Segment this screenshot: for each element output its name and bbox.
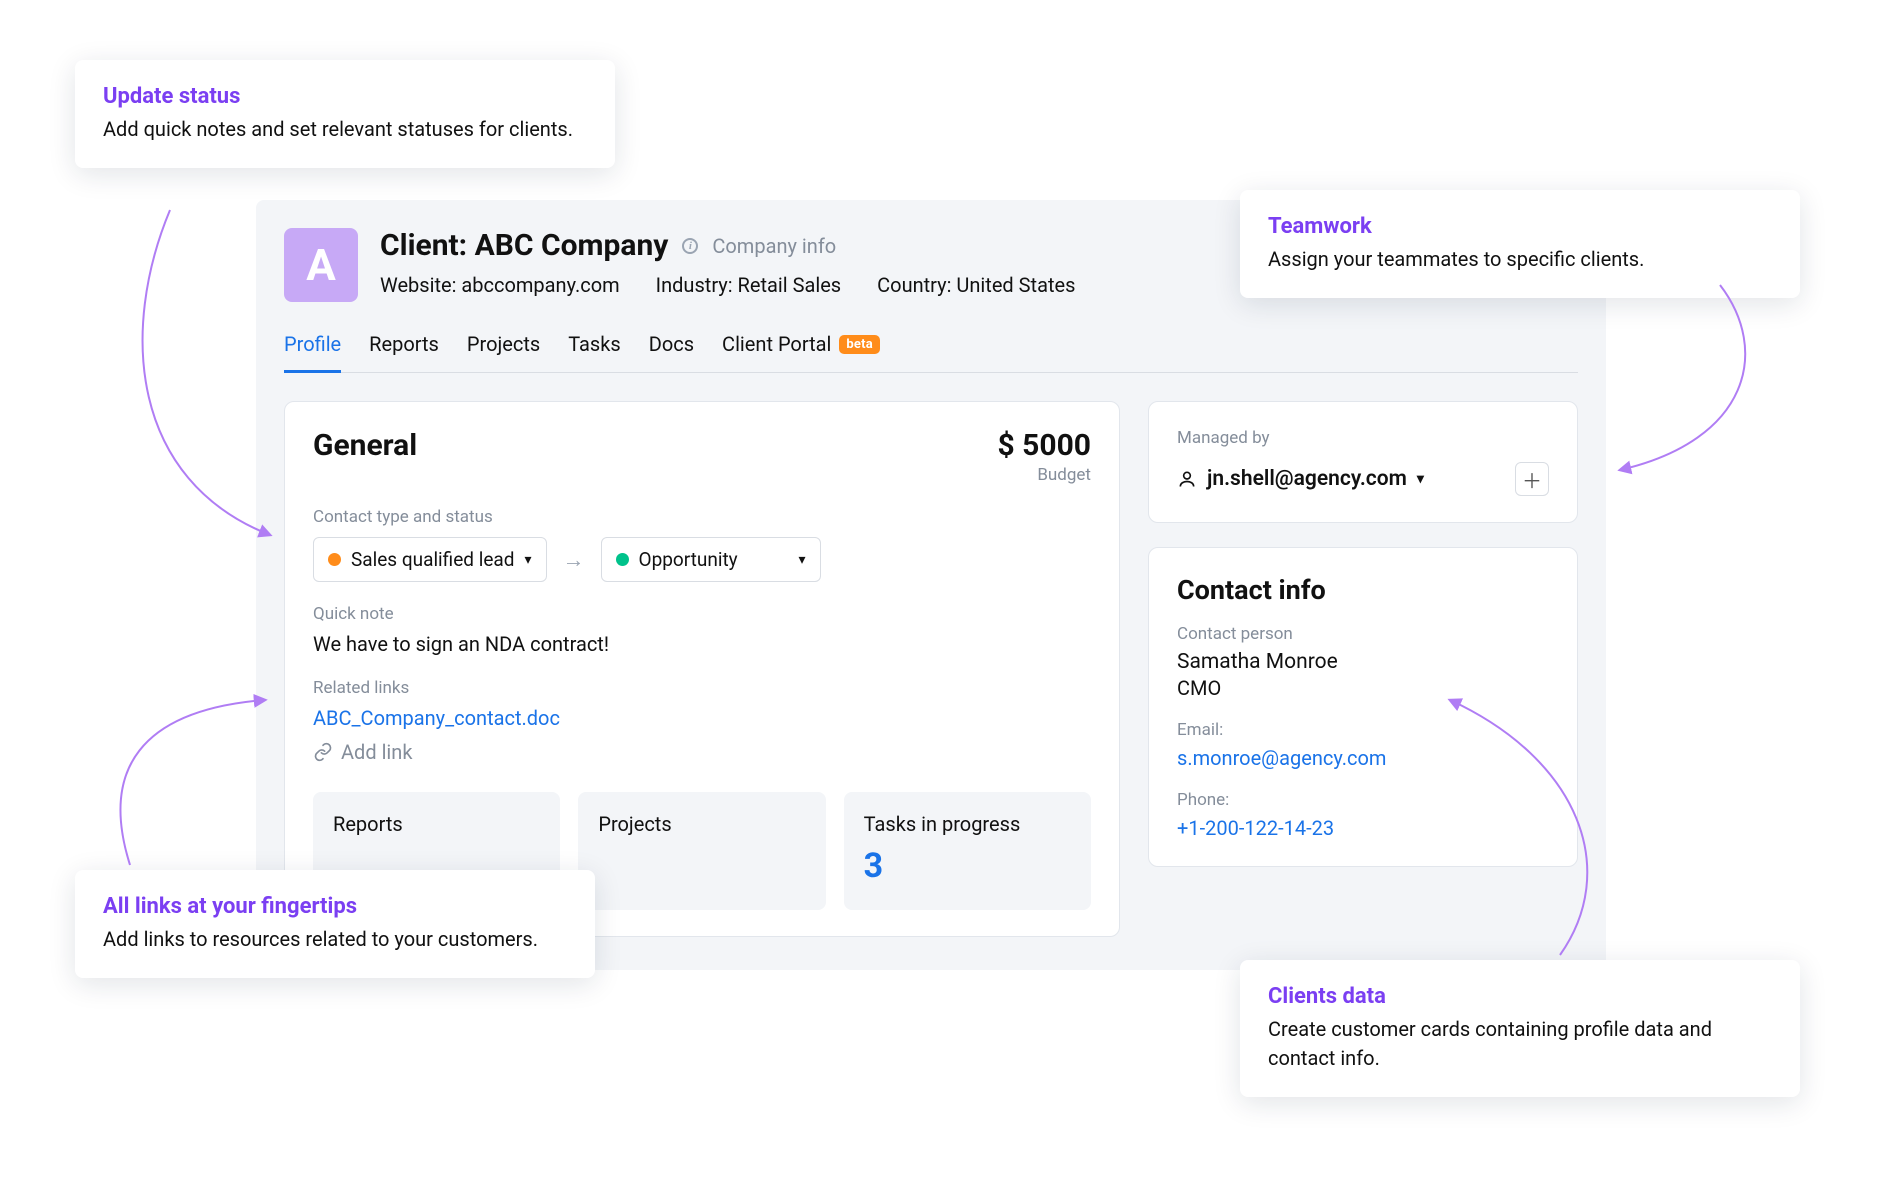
tab-profile[interactable]: Profile: [284, 324, 341, 373]
callout-clients-data: Clients data Create customer cards conta…: [1240, 960, 1800, 1097]
link-icon: [313, 742, 333, 762]
callout-teamwork: Teamwork Assign your teammates to specif…: [1240, 190, 1800, 298]
callout-teamwork-title: Teamwork: [1268, 214, 1772, 239]
callout-links-body: Add links to resources related to your c…: [103, 925, 567, 954]
callout-update-status-body: Add quick notes and set relevant statuse…: [103, 115, 587, 144]
add-link-label: Add link: [341, 740, 412, 764]
contact-phone[interactable]: +1-200-122-14-23: [1177, 816, 1549, 840]
status-dot-orange: [328, 553, 341, 566]
quick-note: We have to sign an NDA contract!: [313, 632, 1091, 656]
contact-type-label: Contact type and status: [313, 507, 1091, 527]
status-from-label: Sales qualified lead: [351, 548, 514, 571]
callout-clients-data-title: Clients data: [1268, 984, 1772, 1009]
contact-info-title: Contact info: [1177, 574, 1549, 606]
client-header-texts: Client: ABC Company i Company info Websi…: [380, 228, 1075, 297]
callout-links: All links at your fingertips Add links t…: [75, 870, 595, 978]
status-dot-green: [616, 553, 629, 566]
tab-client-portal-label: Client Portal: [722, 332, 831, 356]
add-manager-button[interactable]: ＋: [1515, 462, 1549, 496]
status-to-label: Opportunity: [639, 548, 738, 571]
meta-industry: Industry: Retail Sales: [656, 273, 841, 297]
tab-docs[interactable]: Docs: [649, 324, 694, 373]
client-panel: A Client: ABC Company i Company info Web…: [256, 200, 1606, 970]
status-to-select[interactable]: Opportunity ▾: [601, 537, 821, 582]
managed-user-select[interactable]: jn.shell@agency.com ▾: [1177, 467, 1424, 491]
tab-client-portal[interactable]: Client Portal beta: [722, 324, 880, 373]
client-avatar: A: [284, 228, 358, 302]
stat-tasks-value: 3: [864, 846, 1071, 886]
contact-person-label: Contact person: [1177, 624, 1549, 644]
budget-amount: $ 5000: [997, 428, 1091, 463]
status-from-select[interactable]: Sales qualified lead ▾: [313, 537, 547, 582]
info-icon[interactable]: i: [682, 238, 698, 254]
stat-reports-title: Reports: [333, 812, 540, 836]
chevron-down-icon: ▾: [524, 552, 531, 568]
managed-by-label: Managed by: [1177, 428, 1549, 448]
contact-person-role: CMO: [1177, 676, 1549, 700]
tab-projects[interactable]: Projects: [467, 324, 540, 373]
beta-badge: beta: [839, 335, 880, 354]
client-meta: Website: abccompany.com Industry: Retail…: [380, 273, 1075, 297]
tab-tasks[interactable]: Tasks: [568, 324, 621, 373]
stat-tasks[interactable]: Tasks in progress 3: [844, 792, 1091, 910]
add-link-button[interactable]: Add link: [313, 740, 1091, 764]
stat-projects[interactable]: Projects: [578, 792, 825, 910]
callout-update-status-title: Update status: [103, 84, 587, 109]
contact-person-name: Samatha Monroe: [1177, 650, 1549, 674]
tab-reports[interactable]: Reports: [369, 324, 439, 373]
callout-teamwork-body: Assign your teammates to specific client…: [1268, 245, 1772, 274]
general-card: General $ 5000 Budget Contact type and s…: [284, 401, 1120, 937]
contact-phone-label: Phone:: [1177, 790, 1549, 810]
callout-clients-data-body: Create customer cards containing profile…: [1268, 1015, 1772, 1073]
contact-email-label: Email:: [1177, 720, 1549, 740]
plus-icon: ＋: [1522, 465, 1542, 494]
quick-note-label: Quick note: [313, 604, 1091, 624]
managed-by-card: Managed by jn.shell@agency.com ▾ ＋: [1148, 401, 1578, 523]
related-links-label: Related links: [313, 678, 1091, 698]
callout-links-title: All links at your fingertips: [103, 894, 567, 919]
related-link[interactable]: ABC_Company_contact.doc: [313, 706, 1091, 730]
managed-user-email: jn.shell@agency.com: [1207, 467, 1407, 491]
arrow-right-icon: →: [563, 547, 585, 573]
callout-update-status: Update status Add quick notes and set re…: [75, 60, 615, 168]
contact-info-card: Contact info Contact person Samatha Monr…: [1148, 547, 1578, 867]
company-info-label: Company info: [712, 234, 836, 258]
client-title: Client: ABC Company: [380, 228, 668, 263]
contact-email[interactable]: s.monroe@agency.com: [1177, 746, 1549, 770]
stat-projects-title: Projects: [598, 812, 805, 836]
meta-website: Website: abccompany.com: [380, 273, 620, 297]
chevron-down-icon: ▾: [798, 552, 805, 568]
tabs: Profile Reports Projects Tasks Docs Clie…: [284, 324, 1578, 373]
meta-country: Country: United States: [877, 273, 1075, 297]
stat-tasks-title: Tasks in progress: [864, 812, 1071, 836]
general-title: General: [313, 428, 417, 463]
budget-label: Budget: [997, 465, 1091, 485]
person-icon: [1177, 469, 1197, 489]
chevron-down-icon: ▾: [1417, 471, 1424, 487]
